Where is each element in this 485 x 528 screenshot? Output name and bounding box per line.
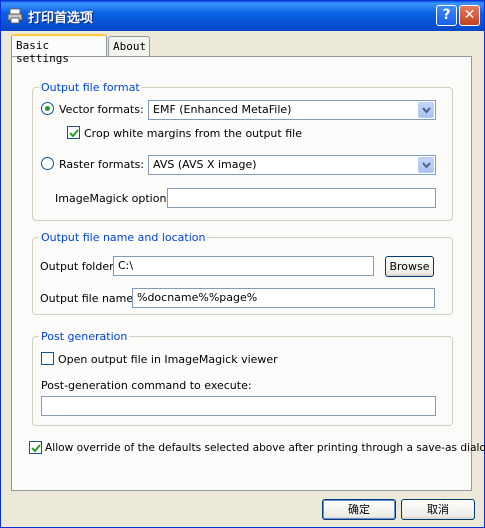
printer-icon: [7, 8, 23, 24]
allow-override-label[interactable]: Allow override of the defaults selected …: [45, 442, 485, 454]
raster-formats-select[interactable]: AVS (AVS X image): [148, 155, 436, 175]
output-file-name-input[interactable]: %docname%%page%: [132, 288, 435, 308]
raster-formats-label[interactable]: Raster formats:: [59, 158, 144, 171]
post-generation-group: Post generation Open output file in Imag…: [32, 330, 453, 426]
open-viewer-checkbox[interactable]: [41, 352, 54, 365]
post-command-input[interactable]: [41, 396, 436, 416]
output-folder-label: Output folder:: [40, 260, 118, 273]
help-button[interactable]: ?: [436, 5, 457, 26]
allow-override-checkbox[interactable]: [29, 441, 42, 454]
window-title: 打印首选项: [28, 11, 94, 26]
help-icon: ?: [442, 7, 451, 23]
checkmark-icon: [69, 129, 79, 138]
tab-about[interactable]: About: [108, 36, 150, 56]
post-generation-title: Post generation: [39, 330, 130, 343]
vector-formats-dropdown-button[interactable]: [418, 102, 434, 118]
output-format-title: Output file format: [39, 81, 142, 94]
cancel-button[interactable]: 取消: [401, 499, 475, 520]
imagemagick-options-input[interactable]: [167, 188, 436, 208]
vector-formats-label[interactable]: Vector formats:: [59, 103, 144, 116]
crop-margins-label[interactable]: Crop white margins from the output file: [84, 127, 302, 140]
post-command-label: Post-generation command to execute:: [41, 379, 252, 392]
output-location-group: Output file name and location Output fol…: [32, 231, 453, 315]
crop-margins-checkbox[interactable]: [67, 126, 80, 139]
print-preferences-window: 打印首选项 ? ✕ Output file format Vector form…: [0, 0, 485, 528]
vector-formats-select[interactable]: EMF (Enhanced MetaFile): [148, 100, 436, 120]
vector-formats-value: EMF (Enhanced MetaFile): [153, 103, 292, 116]
ok-button[interactable]: 确定: [322, 499, 396, 520]
settings-panel: Output file format Vector formats: EMF (…: [11, 56, 485, 491]
raster-formats-dropdown-button[interactable]: [418, 157, 434, 173]
imagemagick-options-label: ImageMagick options:: [55, 192, 176, 205]
close-icon: ✕: [463, 7, 476, 23]
chevron-down-icon: [422, 162, 431, 169]
close-button[interactable]: ✕: [459, 5, 480, 26]
chevron-down-icon: [422, 107, 431, 114]
raster-formats-value: AVS (AVS X image): [153, 158, 257, 171]
raster-formats-radio[interactable]: [41, 157, 54, 170]
output-file-name-label: Output file name:: [40, 292, 137, 305]
title-bar[interactable]: 打印首选项 ? ✕: [1, 1, 484, 31]
tab-basic-settings[interactable]: Basic settings: [11, 34, 107, 65]
open-viewer-label[interactable]: Open output file in ImageMagick viewer: [58, 353, 278, 366]
output-location-title: Output file name and location: [39, 231, 208, 244]
browse-button[interactable]: Browse: [385, 256, 434, 277]
vector-formats-radio[interactable]: [41, 102, 54, 115]
checkmark-icon: [31, 444, 41, 453]
output-folder-input[interactable]: C:\: [113, 256, 374, 276]
output-format-group: Output file format Vector formats: EMF (…: [32, 81, 453, 221]
